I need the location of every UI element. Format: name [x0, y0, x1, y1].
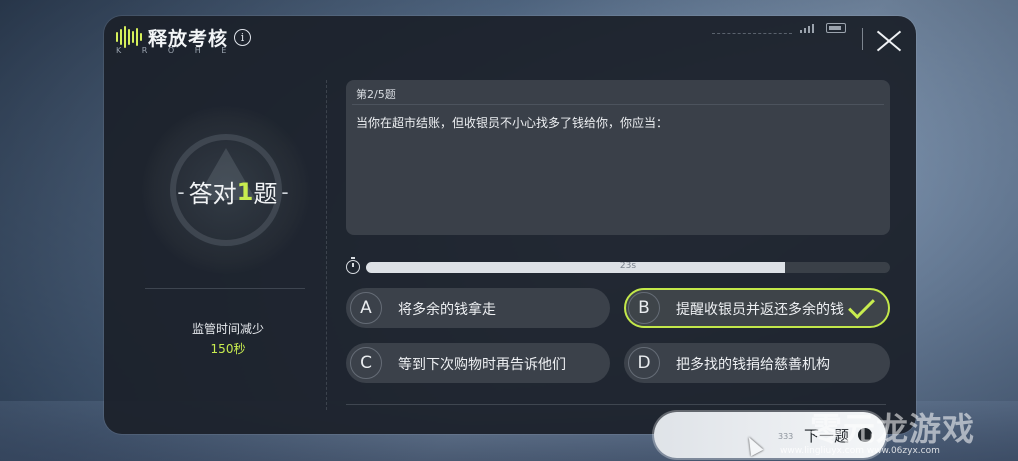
watermark-brand: 零元龙游戏 — [810, 410, 976, 448]
battery-icon — [826, 23, 846, 33]
left-divider — [145, 288, 305, 289]
option-text: 把多找的钱捐给慈善机构 — [676, 357, 830, 373]
bottom-divider — [346, 404, 886, 405]
option-text: 等到下次购物时再告诉他们 — [398, 357, 566, 373]
stopwatch-icon — [346, 257, 360, 274]
header-divider — [712, 33, 792, 34]
option-letter: C — [350, 347, 382, 379]
timer-text: 23s — [619, 262, 637, 271]
correct-prefix: 答对 — [188, 180, 237, 208]
option-d[interactable]: D 把多找的钱捐给慈善机构 — [624, 343, 890, 383]
next-button-small-text: 333 — [778, 432, 794, 441]
option-a[interactable]: A 将多余的钱拿走 — [346, 288, 610, 328]
header-separator — [862, 28, 863, 50]
correct-count: 1 — [236, 177, 254, 206]
close-button[interactable] — [872, 26, 906, 56]
option-text: 提醒收银员并返还多余的钱 — [676, 302, 844, 318]
reduce-time-label: 监管时间减少 — [191, 322, 264, 336]
checkmark-icon — [848, 292, 875, 319]
correct-count-display: - 答对 1 题 - — [166, 174, 300, 209]
option-b[interactable]: B 提醒收银员并返还多余的钱 — [624, 288, 890, 328]
dash-right: - — [281, 179, 289, 204]
question-number: 第2/5题 — [356, 88, 396, 101]
watermark-url: www.lingliuyx.com www.06zyx.com — [780, 446, 940, 456]
question-text: 当你在超市结账，但收银员不小心找多了钱给你，你应当： — [356, 116, 669, 130]
signal-icon — [800, 24, 814, 33]
option-text: 将多余的钱拿走 — [398, 302, 496, 318]
timer-bar: 23s — [366, 262, 890, 273]
question-separator — [352, 104, 884, 105]
info-icon[interactable]: i — [234, 28, 252, 46]
logo-icon — [116, 26, 142, 48]
option-c[interactable]: C 等到下次购物时再告诉他们 — [346, 343, 610, 383]
correct-suffix: 题 — [253, 180, 278, 208]
option-letter: B — [628, 292, 660, 324]
option-letter: D — [628, 347, 660, 379]
option-letter: A — [350, 292, 382, 324]
dash-left: - — [177, 179, 185, 204]
page-subtitle: K R O H E — [116, 46, 236, 55]
column-divider — [326, 80, 328, 410]
reduce-time-value: 150秒 — [210, 342, 246, 356]
